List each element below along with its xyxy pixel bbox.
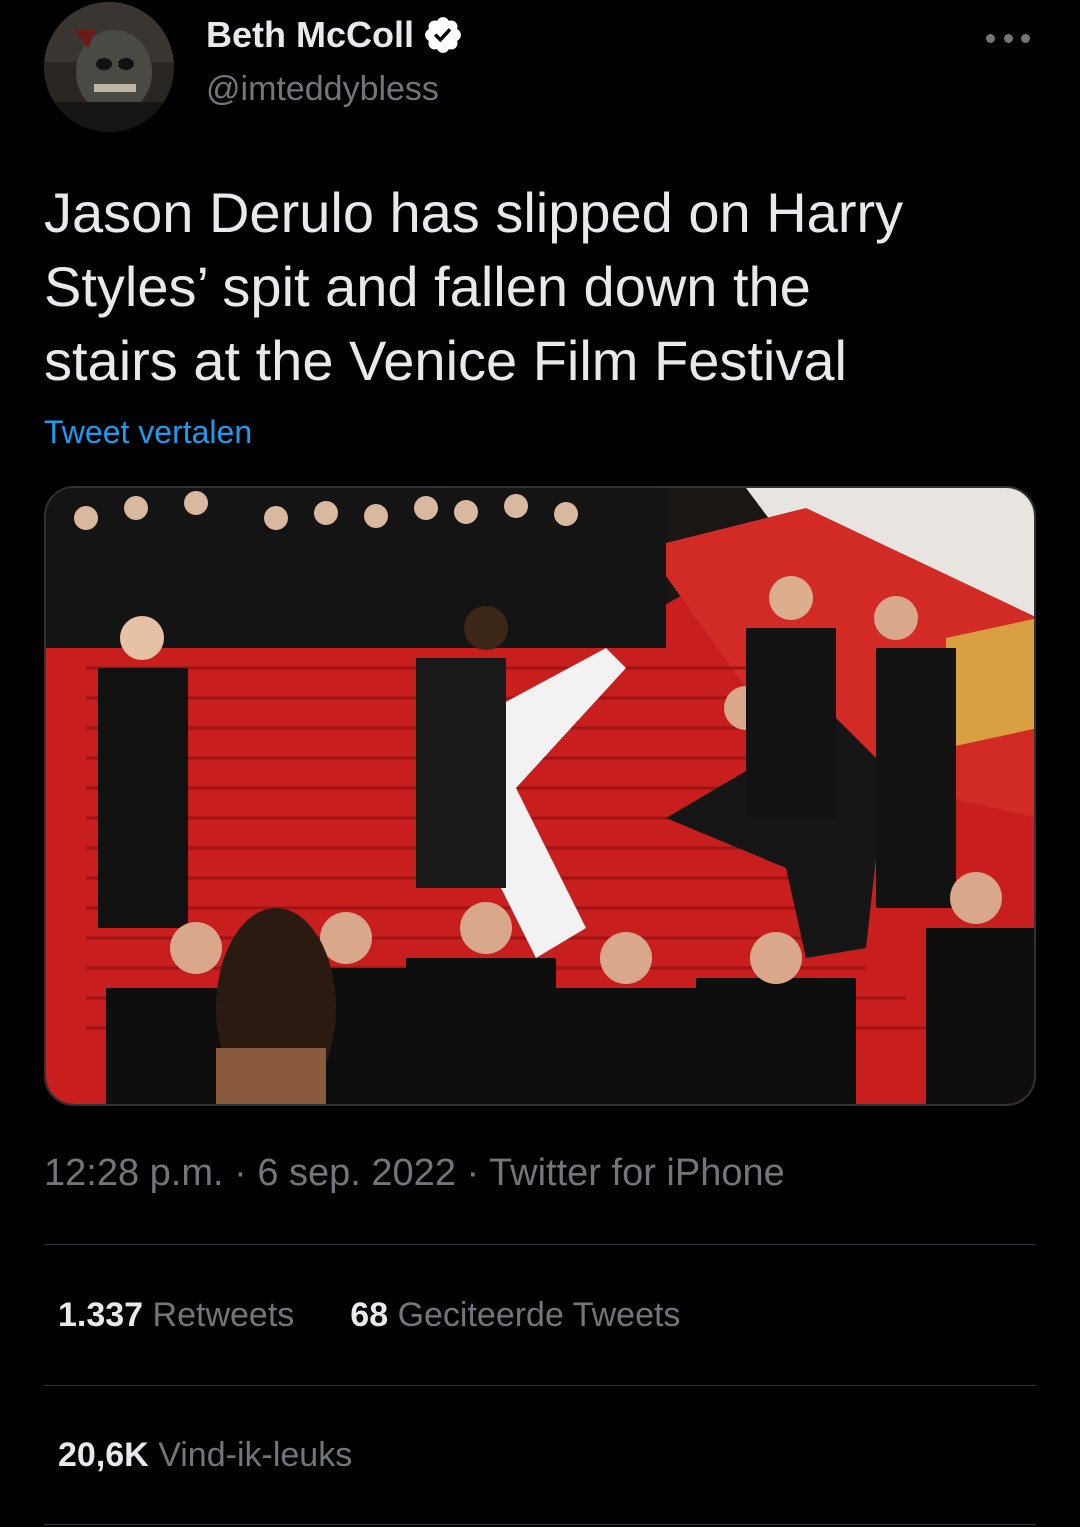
separator: · [223, 1152, 258, 1194]
verified-badge-icon [425, 17, 461, 53]
retweets-count: 1.337 [58, 1296, 144, 1334]
author-display-name[interactable]: Beth McColl [206, 14, 464, 56]
divider [44, 1385, 1036, 1386]
tweet-timestamp: 12:28 p.m. · 6 sep. 2022 · Twitter for i… [44, 1152, 785, 1195]
likes-stats: 20,6K Vind-ik-leuks [58, 1436, 352, 1475]
tweet-text: Jason Derulo has slipped on Harry Styles… [44, 181, 904, 392]
tweet-source[interactable]: Twitter for iPhone [489, 1152, 785, 1194]
divider [44, 1524, 1036, 1525]
avatar[interactable] [44, 2, 174, 132]
quote-tweets-count: 68 [350, 1296, 389, 1334]
more-options-icon[interactable] [986, 28, 1030, 48]
translate-tweet-link[interactable]: Tweet vertalen [44, 414, 252, 451]
likes-stat[interactable]: 20,6K Vind-ik-leuks [58, 1436, 352, 1475]
engagement-stats: 1.337 Retweets 68 Geciteerde Tweets [58, 1296, 680, 1335]
author-name-text[interactable]: Beth McColl [206, 14, 414, 56]
likes-count: 20,6K [58, 1436, 149, 1474]
tweet-time[interactable]: 12:28 p.m. [44, 1152, 224, 1194]
divider [44, 1244, 1036, 1245]
quote-tweets-stat[interactable]: 68 Geciteerde Tweets [350, 1296, 680, 1335]
retweets-stat[interactable]: 1.337 Retweets [58, 1296, 294, 1335]
likes-label: Vind-ik-leuks [158, 1436, 353, 1474]
quote-tweets-label: Geciteerde Tweets [397, 1296, 681, 1334]
tweet-photo[interactable] [44, 486, 1036, 1106]
separator: · [455, 1152, 490, 1194]
tweet-date[interactable]: 6 sep. 2022 [257, 1152, 456, 1194]
retweets-label: Retweets [152, 1296, 295, 1334]
author-handle[interactable]: @imteddybless [206, 70, 439, 109]
